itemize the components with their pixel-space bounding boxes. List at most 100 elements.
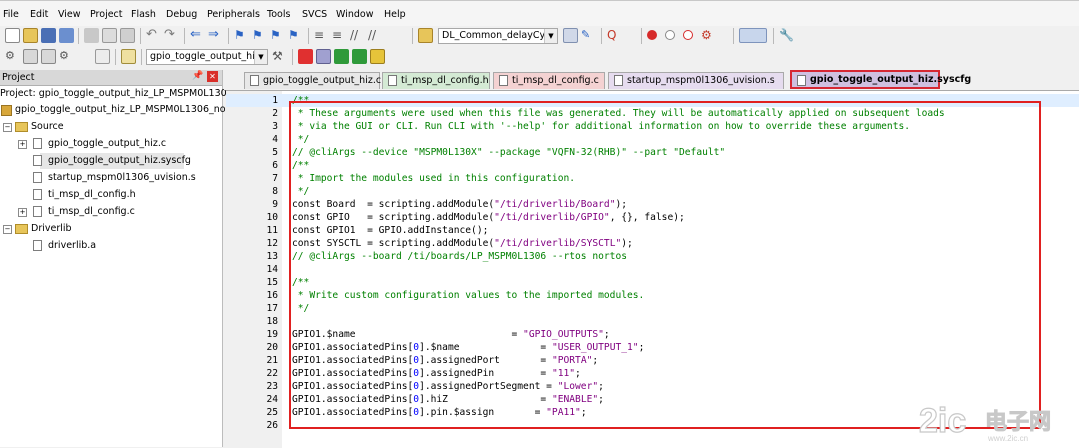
chevron-down-icon[interactable]: ▼ — [254, 50, 267, 64]
insert-breakpoint-icon[interactable] — [647, 30, 657, 40]
syscfg-launch-icon[interactable] — [370, 49, 385, 64]
code-line[interactable]: 12 const SYSCTL = scripting.addModule("/t… — [226, 237, 1079, 250]
expand-icon[interactable]: + — [18, 208, 27, 217]
rebuild-icon[interactable] — [41, 49, 56, 64]
code-line[interactable]: 3 * via the GUI or CLI. Run CLI with '--… — [226, 120, 1079, 133]
code-line[interactable]: 16 * Write custom configuration values t… — [226, 289, 1079, 302]
code-line[interactable]: 9 const Board = scripting.addModule("/ti/… — [226, 198, 1079, 211]
bookmark-icon[interactable]: ⚑ — [234, 28, 249, 43]
save-icon[interactable] — [41, 28, 56, 43]
batch-build-icon[interactable]: ⚙ — [59, 49, 74, 64]
new-file-icon[interactable] — [5, 28, 20, 43]
menu-edit[interactable]: Edit — [30, 9, 48, 20]
code-line[interactable]: 20 GPIO1.associatedPins[0].$name = "USER_… — [226, 341, 1079, 354]
code-line[interactable]: 21 GPIO1.associatedPins[0].assignedPort =… — [226, 354, 1079, 367]
code-line[interactable]: 11 const GPIO1 = GPIO.addInstance(); — [226, 224, 1079, 237]
incremental-find-icon[interactable]: ✎ — [581, 28, 596, 43]
file-node[interactable]: startup_mspm0l1306_uvision.s — [0, 170, 222, 186]
function-combo[interactable]: DL_Common_delayCycles ▼ — [438, 28, 558, 44]
code-line[interactable]: 5 // @cliArgs --device "MSPM0L130X" --pac… — [226, 146, 1079, 159]
copy-icon[interactable] — [102, 28, 117, 43]
redo-icon[interactable]: ↷ — [164, 28, 179, 43]
menu-tools[interactable]: Tools — [267, 9, 290, 20]
download-icon[interactable] — [121, 49, 136, 64]
group-source[interactable]: − Source — [0, 119, 222, 135]
code-line[interactable]: 23 GPIO1.associatedPins[0].assignedPortSe… — [226, 380, 1079, 393]
save-all-icon[interactable] — [59, 28, 74, 43]
target-node[interactable]: gpio_toggle_output_hiz_LP_MSPM0L1306_nor… — [0, 102, 238, 118]
expand-icon[interactable]: + — [18, 140, 27, 149]
collapse-icon[interactable]: − — [3, 123, 12, 132]
unindent-icon[interactable]: ≡ — [332, 28, 347, 43]
target-combo[interactable]: gpio_toggle_output_hiz ▼ — [146, 49, 268, 65]
menu-svcs[interactable]: SVCS — [302, 9, 327, 20]
file-node[interactable]: ti_msp_dl_config.h — [0, 187, 222, 203]
menu-help[interactable]: Help — [384, 9, 406, 20]
prev-bookmark-icon[interactable]: ⚑ — [252, 28, 267, 43]
code-line[interactable]: 18 — [226, 315, 1079, 328]
manage-components-icon[interactable] — [298, 49, 313, 64]
code-line[interactable]: 19 GPIO1.$name = "GPIO_OUTPUTS"; — [226, 328, 1079, 341]
kill-all-breakpoints-icon[interactable]: ⚙ — [701, 28, 716, 43]
pin-icon[interactable]: 📌 — [192, 71, 203, 81]
code-editor[interactable]: 1/** 2 * These arguments were used when t… — [226, 90, 1079, 448]
find-in-files-icon[interactable] — [418, 28, 433, 43]
menu-view[interactable]: View — [58, 9, 81, 20]
tab-startup-s[interactable]: startup_mspm0l1306_uvision.s — [608, 72, 784, 89]
build-icon[interactable] — [23, 49, 38, 64]
menu-debug[interactable]: Debug — [166, 9, 197, 20]
window-layout-icon[interactable] — [739, 28, 767, 43]
file-node-selected[interactable]: gpio_toggle_output_hiz.syscfg — [33, 153, 191, 169]
collapse-icon[interactable]: − — [3, 225, 12, 234]
code-line[interactable]: 6 /** — [226, 159, 1079, 172]
code-line[interactable]: 8 */ — [226, 185, 1079, 198]
indent-icon[interactable]: ≡ — [314, 28, 329, 43]
select-packs-icon[interactable] — [316, 49, 331, 64]
code-line[interactable]: 13 // @cliArgs --board /ti/boards/LP_MSPM… — [226, 250, 1079, 263]
tab-syscfg-active[interactable]: gpio_toggle_output_hiz.syscfg — [790, 70, 971, 89]
clear-bookmarks-icon[interactable]: ⚑ — [288, 28, 303, 43]
group-driverlib[interactable]: − Driverlib — [0, 221, 222, 237]
tab-config-c[interactable]: ti_msp_dl_config.c — [493, 72, 605, 89]
translate-icon[interactable]: ⚙ — [5, 49, 20, 64]
menu-flash[interactable]: Flash — [131, 9, 156, 20]
open-folder-icon[interactable] — [23, 28, 38, 43]
pack-installer-icon[interactable] — [334, 49, 349, 64]
menu-file[interactable]: File — [3, 9, 19, 20]
code-line[interactable]: 7 * Import the modules used in this conf… — [226, 172, 1079, 185]
stop-build-icon[interactable] — [95, 49, 110, 64]
code-line[interactable]: 22 GPIO1.associatedPins[0].assignedPin = … — [226, 367, 1079, 380]
code-line[interactable]: 1 /** — [226, 94, 1079, 107]
menu-peripherals[interactable]: Peripherals — [207, 9, 260, 20]
undo-icon[interactable]: ↶ — [146, 28, 161, 43]
tab-gpio-c[interactable]: gpio_toggle_output_hiz.c — [244, 72, 381, 89]
paste-icon[interactable] — [120, 28, 135, 43]
navigate-back-icon[interactable]: ⇐ — [190, 28, 205, 43]
uncomment-icon[interactable]: // — [368, 28, 383, 43]
close-icon[interactable]: ✕ — [207, 71, 218, 82]
run-time-environment-icon[interactable] — [352, 49, 367, 64]
start-debug-icon[interactable]: Q — [607, 28, 622, 43]
menu-window[interactable]: Window — [336, 9, 373, 20]
configure-icon[interactable]: 🔧 — [779, 28, 794, 43]
cut-icon[interactable] — [84, 28, 99, 43]
file-node[interactable]: + ti_msp_dl_config.c — [0, 204, 222, 220]
code-line[interactable]: 4 */ — [226, 133, 1079, 146]
disable-breakpoint-icon[interactable] — [665, 30, 675, 40]
code-line[interactable]: 14 — [226, 263, 1079, 276]
code-line[interactable]: 15 /** — [226, 276, 1079, 289]
file-node[interactable]: driverlib.a — [0, 238, 222, 254]
project-root[interactable]: Project: gpio_toggle_output_hiz_LP_MSPM0… — [0, 86, 241, 102]
kill-breakpoints-icon[interactable] — [683, 30, 693, 40]
tab-config-h[interactable]: ti_msp_dl_config.h — [382, 72, 490, 89]
find-icon[interactable] — [563, 28, 578, 43]
menu-project[interactable]: Project — [90, 9, 123, 20]
code-line[interactable]: 10 const GPIO = scripting.addModule("/ti/… — [226, 211, 1079, 224]
target-options-icon[interactable]: ⚒ — [272, 49, 287, 64]
file-node[interactable]: + gpio_toggle_output_hiz.c — [0, 136, 222, 152]
navigate-forward-icon[interactable]: ⇒ — [208, 28, 223, 43]
code-line[interactable]: 17 */ — [226, 302, 1079, 315]
code-line[interactable]: 2 * These arguments were used when this … — [226, 107, 1079, 120]
chevron-down-icon[interactable]: ▼ — [544, 29, 557, 43]
comment-icon[interactable]: // — [350, 28, 365, 43]
